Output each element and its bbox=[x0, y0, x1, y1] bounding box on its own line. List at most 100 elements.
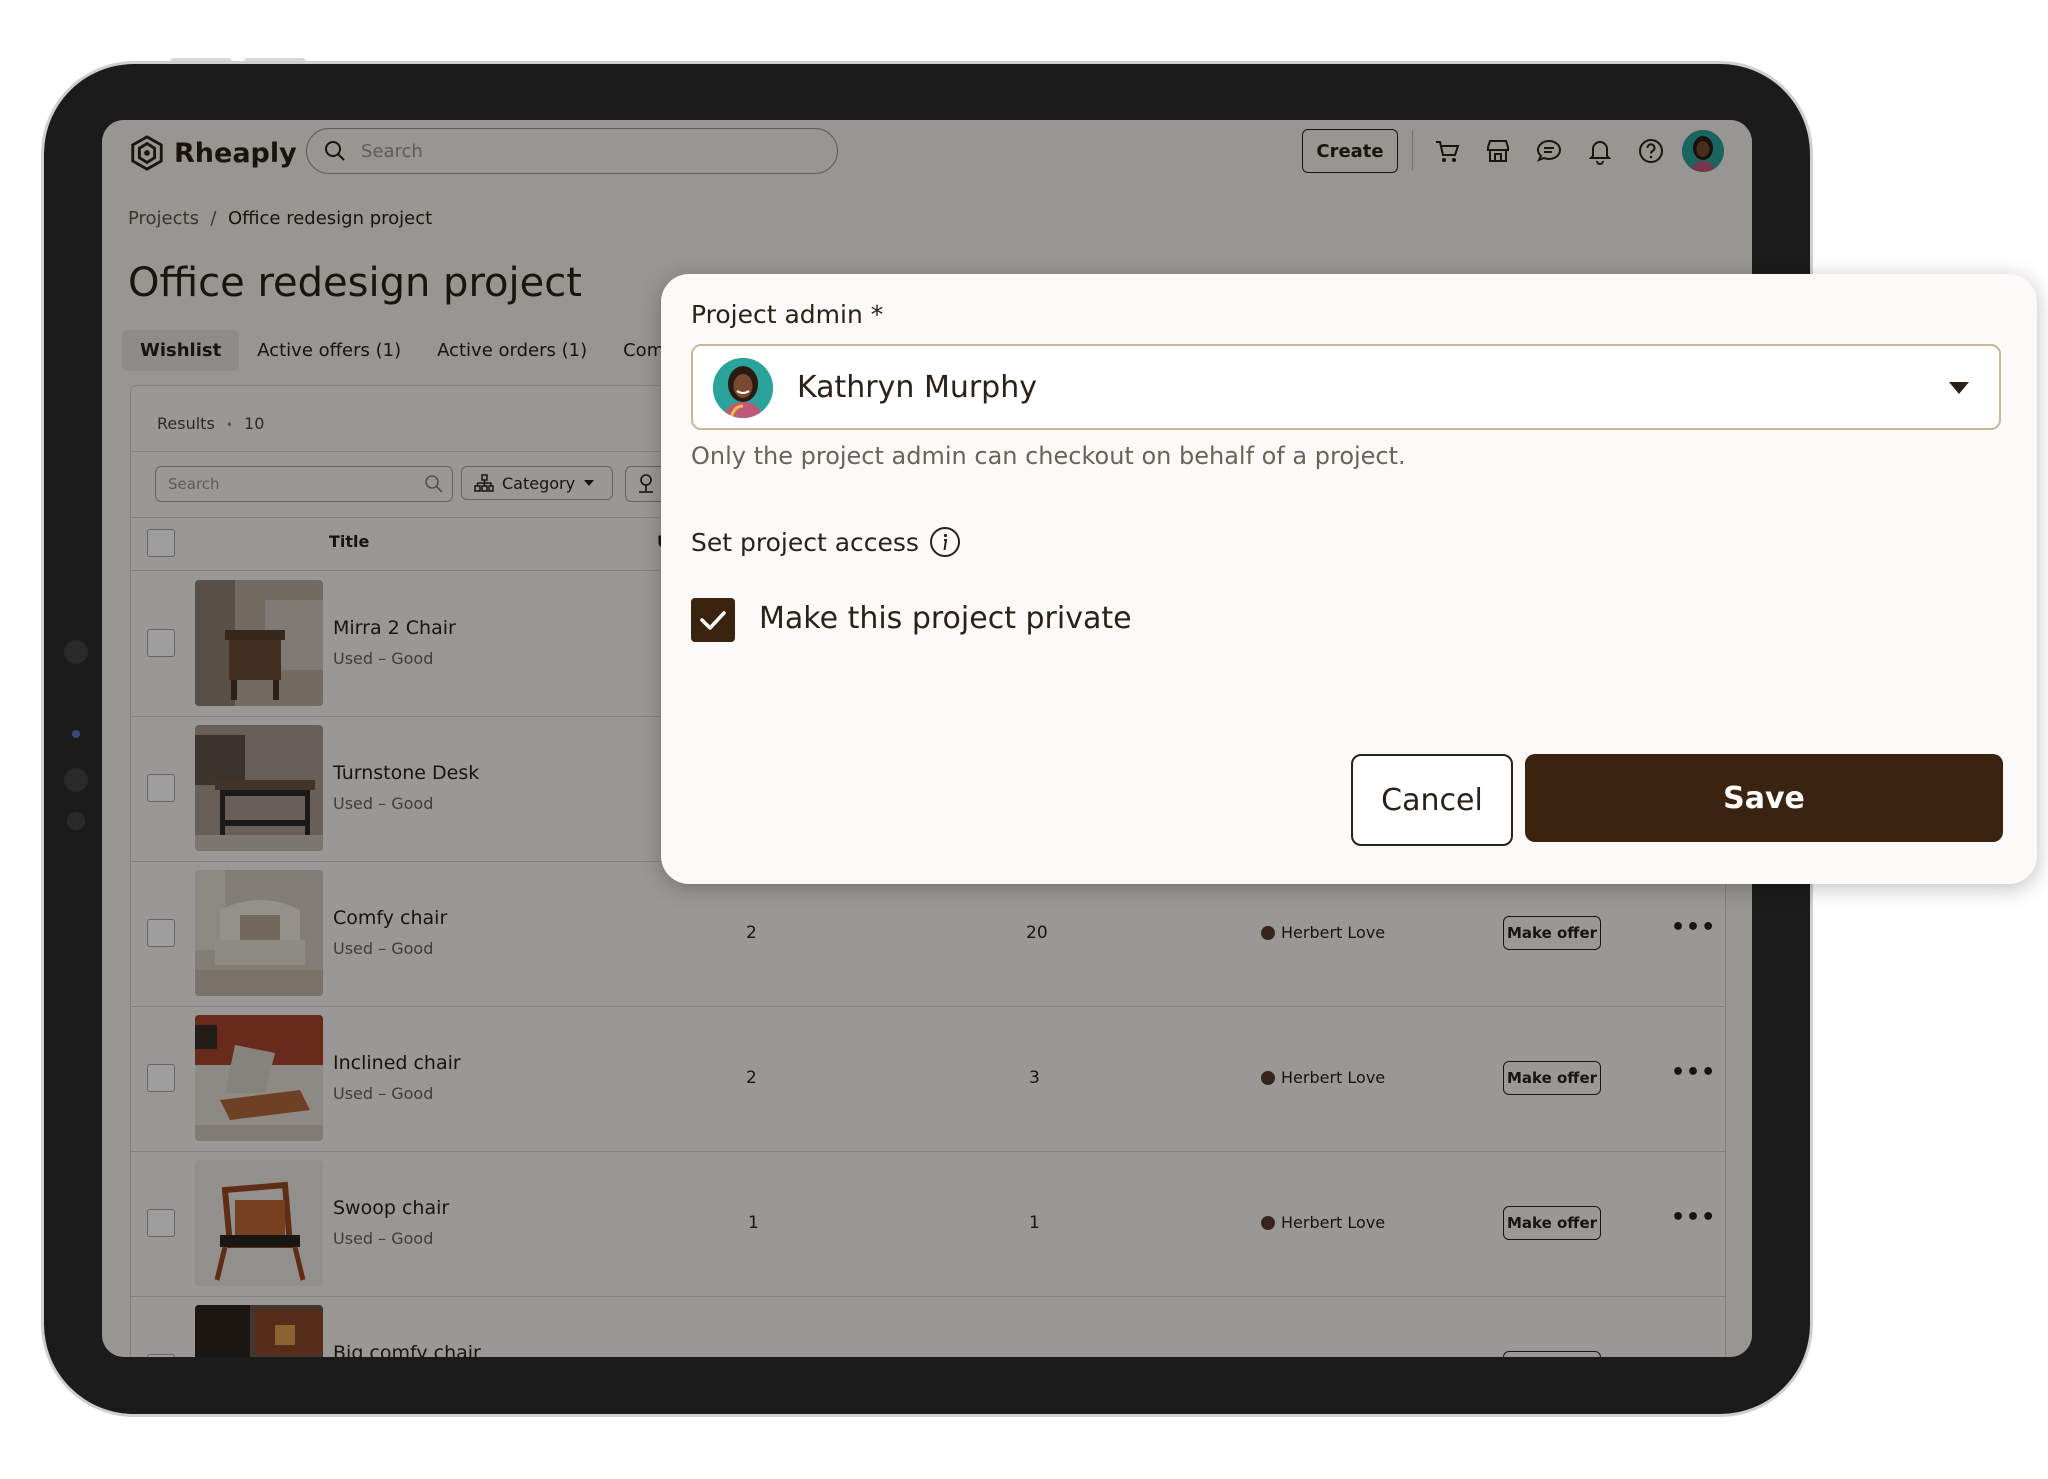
lounge-chair-photo-image bbox=[195, 1015, 323, 1141]
project-admin-help-text: Only the project admin can checkout on b… bbox=[691, 442, 1406, 470]
cart-icon[interactable] bbox=[1433, 137, 1461, 165]
row-checkbox[interactable] bbox=[147, 629, 175, 657]
help-icon[interactable] bbox=[1637, 137, 1665, 165]
create-button[interactable]: Create bbox=[1302, 129, 1398, 173]
make-offer-button[interactable]: Make offer bbox=[1503, 1061, 1601, 1095]
rheaply-logo-icon bbox=[131, 135, 163, 171]
location-pin-icon bbox=[639, 474, 653, 493]
select-all-checkbox[interactable] bbox=[147, 529, 175, 557]
item-thumbnail[interactable] bbox=[195, 870, 323, 996]
make-offer-button[interactable] bbox=[1503, 1351, 1601, 1357]
chair-photo-image bbox=[195, 580, 323, 706]
item-condition: Used – Good bbox=[333, 794, 434, 813]
project-access-label: Set project access bbox=[691, 527, 919, 557]
project-tabs: Wishlist Active offers (1) Active orders… bbox=[122, 330, 710, 371]
results-number: 10 bbox=[244, 414, 265, 433]
project-admin-select[interactable]: Kathryn Murphy bbox=[691, 344, 2001, 430]
make-offer-button[interactable]: Make offer bbox=[1503, 1206, 1601, 1240]
category-tree-icon bbox=[474, 474, 494, 492]
store-icon[interactable] bbox=[1484, 137, 1512, 165]
info-icon[interactable] bbox=[929, 526, 961, 558]
category-filter-label: Category bbox=[502, 473, 576, 493]
tab-active-orders[interactable]: Active orders (1) bbox=[419, 330, 605, 371]
avatar-portrait-icon bbox=[1682, 130, 1724, 172]
app-logo[interactable]: Rheaply bbox=[128, 134, 297, 172]
breadcrumb-projects-link[interactable]: Projects bbox=[128, 208, 199, 229]
row-checkbox[interactable] bbox=[147, 1064, 175, 1092]
tab-active-offers[interactable]: Active offers (1) bbox=[239, 330, 419, 371]
bell-icon[interactable] bbox=[1586, 137, 1614, 165]
item-name[interactable]: Inclined chair bbox=[333, 1052, 461, 1074]
wishlist-search-input[interactable]: Search bbox=[155, 466, 453, 502]
item-name[interactable]: Big comfy chair bbox=[333, 1342, 481, 1357]
global-search-input[interactable]: Search bbox=[306, 128, 838, 174]
camera-dot bbox=[67, 812, 85, 830]
item-name[interactable]: Turnstone Desk bbox=[333, 762, 479, 784]
chat-icon[interactable] bbox=[1535, 137, 1563, 165]
more-options-icon[interactable]: ••• bbox=[1671, 915, 1716, 940]
item-thumbnail[interactable] bbox=[195, 1305, 323, 1357]
row-checkbox[interactable] bbox=[147, 919, 175, 947]
item-condition: Used – Good bbox=[333, 1084, 434, 1103]
seller-avatar-icon bbox=[1261, 1215, 1275, 1230]
title-column-header[interactable]: Title bbox=[329, 532, 369, 551]
more-options-icon[interactable]: ••• bbox=[1671, 1205, 1716, 1230]
project-settings-modal: Project admin * Kathryn Murphy Only the … bbox=[661, 274, 2037, 884]
item-quantity: 2 bbox=[746, 1068, 757, 1088]
admin-avatar bbox=[713, 358, 773, 418]
item-name[interactable]: Swoop chair bbox=[333, 1197, 449, 1219]
row-checkbox[interactable] bbox=[147, 774, 175, 802]
user-avatar[interactable] bbox=[1682, 130, 1724, 172]
item-thumbnail[interactable] bbox=[195, 1160, 323, 1286]
breadcrumb: Projects / Office redesign project bbox=[128, 208, 432, 229]
wishlist-search-placeholder: Search bbox=[168, 475, 220, 493]
item-available: 20 bbox=[1026, 923, 1048, 943]
seller-avatar-icon bbox=[1261, 925, 1275, 940]
camera-dot bbox=[64, 640, 88, 664]
item-thumbnail[interactable] bbox=[195, 1015, 323, 1141]
app-name: Rheaply bbox=[174, 137, 297, 169]
item-thumbnail[interactable] bbox=[195, 580, 323, 706]
item-name[interactable]: Comfy chair bbox=[333, 907, 447, 929]
results-separator: • bbox=[225, 418, 233, 432]
private-project-checkbox[interactable] bbox=[691, 598, 735, 642]
seller-name: Herbert Love bbox=[1281, 923, 1386, 942]
big-chair-photo-image bbox=[195, 1305, 323, 1357]
table-row[interactable]: Inclined chair Used – Good 2 3 Herbert L… bbox=[131, 1006, 1725, 1152]
project-admin-label: Project admin * bbox=[691, 300, 884, 329]
camera-dot bbox=[64, 768, 88, 792]
search-icon bbox=[325, 141, 345, 161]
category-filter-dropdown[interactable]: Category bbox=[461, 466, 613, 500]
more-options-icon[interactable]: ••• bbox=[1671, 1060, 1716, 1085]
seller-name: Herbert Love bbox=[1281, 1068, 1386, 1087]
private-project-label[interactable]: Make this project private bbox=[759, 601, 1132, 636]
item-seller[interactable]: Herbert Love bbox=[1261, 1068, 1385, 1087]
item-name[interactable]: Mirra 2 Chair bbox=[333, 617, 456, 639]
item-available: 1 bbox=[1029, 1213, 1040, 1233]
seller-name: Herbert Love bbox=[1281, 1213, 1386, 1232]
header-divider bbox=[1412, 130, 1413, 170]
item-available: 3 bbox=[1029, 1068, 1040, 1088]
make-offer-button[interactable]: Make offer bbox=[1503, 916, 1601, 950]
item-seller[interactable]: Herbert Love bbox=[1261, 1213, 1385, 1232]
table-row[interactable]: Swoop chair Used – Good 1 1 Herbert Love… bbox=[131, 1151, 1725, 1297]
search-placeholder: Search bbox=[361, 140, 423, 162]
results-count: Results • 10 bbox=[157, 414, 264, 433]
chevron-down-icon bbox=[584, 480, 595, 486]
tab-wishlist[interactable]: Wishlist bbox=[122, 330, 240, 371]
item-quantity: 1 bbox=[748, 1213, 759, 1233]
save-button[interactable]: Save bbox=[1525, 754, 2003, 842]
item-condition: Used – Good bbox=[333, 1229, 434, 1248]
cancel-button[interactable]: Cancel bbox=[1351, 754, 1513, 846]
item-condition: Used – Good bbox=[333, 939, 434, 958]
item-quantity: 2 bbox=[746, 923, 757, 943]
item-seller[interactable]: Herbert Love bbox=[1261, 923, 1385, 942]
table-row[interactable]: Big comfy chair bbox=[131, 1296, 1725, 1357]
checkmark-icon bbox=[700, 611, 726, 630]
camera-dot bbox=[72, 730, 80, 738]
item-thumbnail[interactable] bbox=[195, 725, 323, 851]
desk-photo-image bbox=[195, 725, 323, 851]
row-checkbox[interactable] bbox=[147, 1209, 175, 1237]
row-checkbox[interactable] bbox=[147, 1354, 175, 1357]
seller-avatar-icon bbox=[1261, 1070, 1275, 1085]
